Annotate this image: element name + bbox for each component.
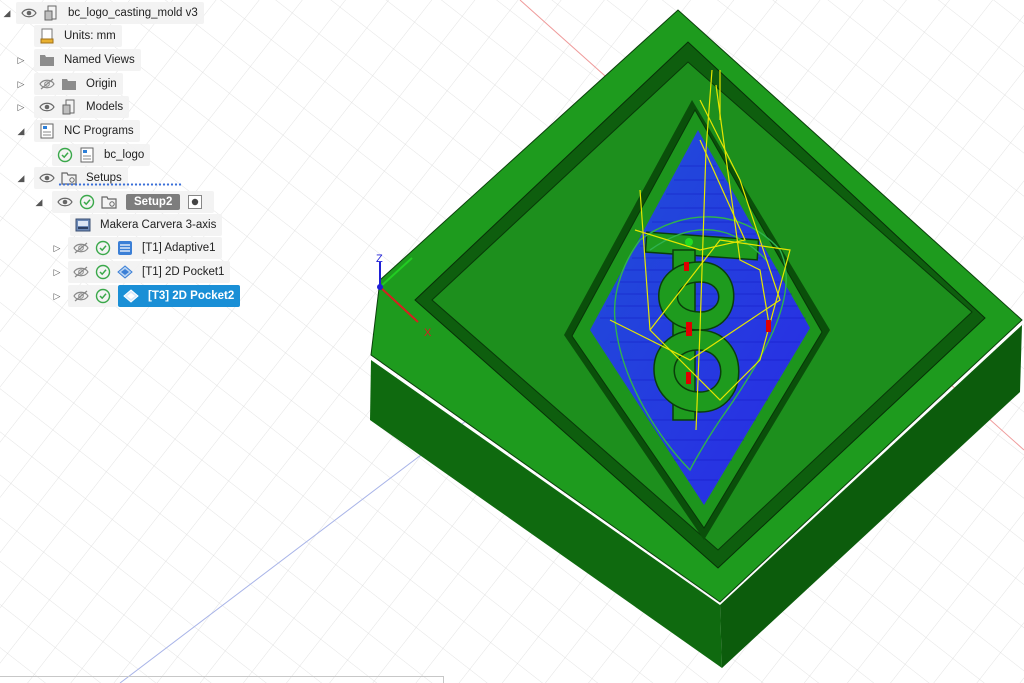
named-views-item[interactable]: Named Views xyxy=(34,49,141,71)
machine-label: Makera Carvera 3-axis xyxy=(100,219,217,231)
nc-programs-item[interactable]: NC Programs xyxy=(34,120,140,142)
models-icon xyxy=(60,98,78,116)
setup2-label: Setup2 xyxy=(126,194,181,210)
browser-tree: ◢ bc_logo_casting_mold v3 Units: mm ▷ Na… xyxy=(0,0,440,320)
units-item[interactable]: Units: mm xyxy=(34,25,122,47)
operation-adaptive1-label: [T1] Adaptive1 xyxy=(142,242,216,254)
eye-hidden-icon[interactable] xyxy=(72,239,90,257)
nc-program-bc-logo-label: bc_logo xyxy=(104,149,145,161)
operation-2d-pocket1-label: [T1] 2D Pocket1 xyxy=(142,266,225,278)
2d-pocket-icon xyxy=(116,263,134,281)
setup-folder-icon xyxy=(100,193,118,211)
2d-pocket-icon xyxy=(122,287,140,305)
nc-program-icon xyxy=(78,146,96,164)
eye-icon[interactable] xyxy=(20,4,38,22)
origin-label: Origin xyxy=(86,78,117,90)
expand-arrow-origin[interactable]: ▷ xyxy=(16,77,26,91)
axis-x-label: X xyxy=(424,327,432,339)
collapse-arrow-setup2[interactable]: ◢ xyxy=(34,195,44,209)
collapse-arrow-nc-programs[interactable]: ◢ xyxy=(16,124,26,138)
folder-icon xyxy=(60,75,78,93)
eye-hidden-icon[interactable] xyxy=(72,263,90,281)
tree-root-label: bc_logo_casting_mold v3 xyxy=(68,7,198,19)
active-setup-radio-icon[interactable] xyxy=(186,193,204,211)
expand-arrow-op-2d-pocket2[interactable]: ▷ xyxy=(52,289,62,303)
origin-item[interactable]: Origin xyxy=(34,73,123,95)
tree-root[interactable]: bc_logo_casting_mold v3 xyxy=(16,2,204,24)
toolpath-start-point xyxy=(685,238,693,246)
expand-arrow-op-adaptive1[interactable]: ▷ xyxy=(52,241,62,255)
panel-divider xyxy=(0,676,443,677)
eye-icon[interactable] xyxy=(38,169,56,187)
setups-dotted-underline xyxy=(58,183,182,186)
eye-icon[interactable] xyxy=(38,98,56,116)
expand-arrow-op-2d-pocket1[interactable]: ▷ xyxy=(52,265,62,279)
operation-2d-pocket2[interactable]: [T3] 2D Pocket2 xyxy=(118,285,241,307)
folder-icon xyxy=(38,51,56,69)
nc-programs-label: NC Programs xyxy=(64,125,134,137)
nc-program-icon xyxy=(38,122,56,140)
operation-2d-pocket2-label: [T3] 2D Pocket2 xyxy=(148,290,235,302)
check-circle-icon xyxy=(94,263,112,281)
panel-divider-corner xyxy=(443,676,444,683)
eye-hidden-icon[interactable] xyxy=(72,287,90,305)
eye-hidden-icon[interactable] xyxy=(38,75,56,93)
collapse-arrow-setups[interactable]: ◢ xyxy=(16,171,26,185)
units-document-icon xyxy=(38,27,56,45)
check-circle-icon xyxy=(56,146,74,164)
operation-2d-pocket1[interactable]: [T1] 2D Pocket1 xyxy=(68,261,231,283)
nc-program-bc-logo[interactable]: bc_logo xyxy=(52,144,151,166)
check-circle-icon xyxy=(78,193,96,211)
expand-arrow-models[interactable]: ▷ xyxy=(16,100,26,114)
check-circle-icon xyxy=(94,287,112,305)
operation-adaptive1[interactable]: [T1] Adaptive1 xyxy=(68,237,222,259)
expand-arrow-named-views[interactable]: ▷ xyxy=(16,53,26,67)
check-circle-icon xyxy=(94,239,112,257)
models-item[interactable]: Models xyxy=(34,96,130,118)
units-label: Units: mm xyxy=(64,30,116,42)
eye-icon[interactable] xyxy=(56,193,74,211)
machine-icon xyxy=(74,216,92,234)
adaptive-clearing-icon xyxy=(116,239,134,257)
machine-item[interactable]: Makera Carvera 3-axis xyxy=(70,214,223,236)
document-icon xyxy=(42,4,60,22)
named-views-label: Named Views xyxy=(64,54,135,66)
operation-2d-pocket2-eye-check[interactable] xyxy=(68,285,118,307)
models-label: Models xyxy=(86,101,124,113)
setup2-item[interactable]: Setup2 xyxy=(52,191,215,213)
collapse-arrow-root[interactable]: ◢ xyxy=(2,6,12,20)
